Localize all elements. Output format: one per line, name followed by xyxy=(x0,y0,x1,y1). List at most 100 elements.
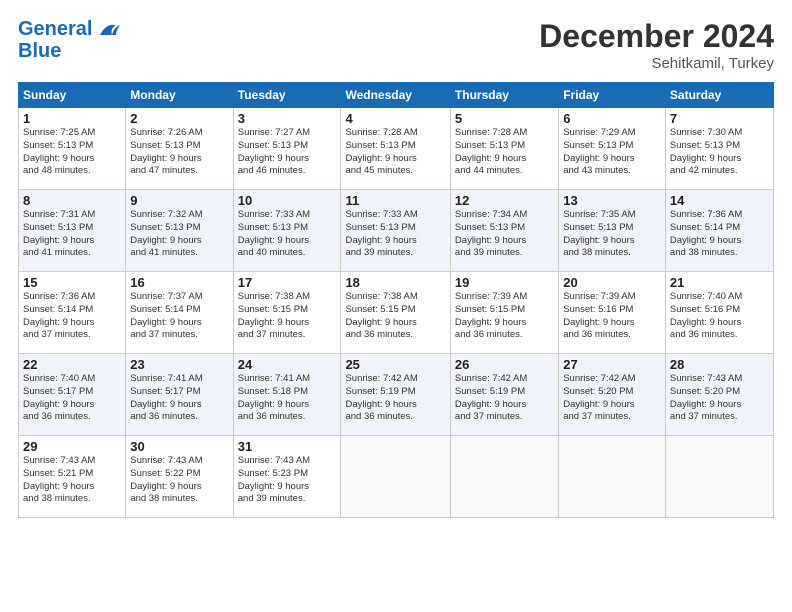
day-info: Sunrise: 7:40 AM Sunset: 5:16 PM Dayligh… xyxy=(670,291,769,342)
col-header-thursday: Thursday xyxy=(450,83,558,108)
day-number: 17 xyxy=(238,275,337,290)
calendar-cell: 2Sunrise: 7:26 AM Sunset: 5:13 PM Daylig… xyxy=(126,108,233,190)
day-number: 29 xyxy=(23,439,121,454)
day-number: 14 xyxy=(670,193,769,208)
month-year: December 2024 xyxy=(539,18,774,55)
calendar-cell: 9Sunrise: 7:32 AM Sunset: 5:13 PM Daylig… xyxy=(126,190,233,272)
day-number: 11 xyxy=(345,193,445,208)
day-number: 2 xyxy=(130,111,228,126)
week-row-5: 29Sunrise: 7:43 AM Sunset: 5:21 PM Dayli… xyxy=(19,436,774,518)
calendar-cell: 10Sunrise: 7:33 AM Sunset: 5:13 PM Dayli… xyxy=(233,190,341,272)
calendar-cell: 20Sunrise: 7:39 AM Sunset: 5:16 PM Dayli… xyxy=(559,272,666,354)
day-number: 20 xyxy=(563,275,661,290)
calendar-cell: 25Sunrise: 7:42 AM Sunset: 5:19 PM Dayli… xyxy=(341,354,450,436)
calendar-cell: 8Sunrise: 7:31 AM Sunset: 5:13 PM Daylig… xyxy=(19,190,126,272)
calendar-cell: 3Sunrise: 7:27 AM Sunset: 5:13 PM Daylig… xyxy=(233,108,341,190)
day-number: 21 xyxy=(670,275,769,290)
col-header-wednesday: Wednesday xyxy=(341,83,450,108)
title-block: December 2024 Sehitkamil, Turkey xyxy=(539,18,774,72)
calendar-cell: 28Sunrise: 7:43 AM Sunset: 5:20 PM Dayli… xyxy=(665,354,773,436)
day-info: Sunrise: 7:27 AM Sunset: 5:13 PM Dayligh… xyxy=(238,127,337,178)
day-number: 1 xyxy=(23,111,121,126)
day-number: 28 xyxy=(670,357,769,372)
calendar-cell: 12Sunrise: 7:34 AM Sunset: 5:13 PM Dayli… xyxy=(450,190,558,272)
day-info: Sunrise: 7:40 AM Sunset: 5:17 PM Dayligh… xyxy=(23,373,121,424)
day-number: 8 xyxy=(23,193,121,208)
calendar-cell xyxy=(450,436,558,518)
calendar-cell: 7Sunrise: 7:30 AM Sunset: 5:13 PM Daylig… xyxy=(665,108,773,190)
day-number: 15 xyxy=(23,275,121,290)
day-info: Sunrise: 7:35 AM Sunset: 5:13 PM Dayligh… xyxy=(563,209,661,260)
calendar-cell: 21Sunrise: 7:40 AM Sunset: 5:16 PM Dayli… xyxy=(665,272,773,354)
calendar-cell: 11Sunrise: 7:33 AM Sunset: 5:13 PM Dayli… xyxy=(341,190,450,272)
day-info: Sunrise: 7:28 AM Sunset: 5:13 PM Dayligh… xyxy=(345,127,445,178)
day-info: Sunrise: 7:33 AM Sunset: 5:13 PM Dayligh… xyxy=(345,209,445,260)
day-info: Sunrise: 7:41 AM Sunset: 5:17 PM Dayligh… xyxy=(130,373,228,424)
day-info: Sunrise: 7:43 AM Sunset: 5:21 PM Dayligh… xyxy=(23,455,121,506)
calendar-cell: 22Sunrise: 7:40 AM Sunset: 5:17 PM Dayli… xyxy=(19,354,126,436)
day-info: Sunrise: 7:42 AM Sunset: 5:19 PM Dayligh… xyxy=(345,373,445,424)
calendar-cell: 26Sunrise: 7:42 AM Sunset: 5:19 PM Dayli… xyxy=(450,354,558,436)
week-row-1: 1Sunrise: 7:25 AM Sunset: 5:13 PM Daylig… xyxy=(19,108,774,190)
day-info: Sunrise: 7:39 AM Sunset: 5:15 PM Dayligh… xyxy=(455,291,554,342)
calendar-cell: 1Sunrise: 7:25 AM Sunset: 5:13 PM Daylig… xyxy=(19,108,126,190)
calendar-cell xyxy=(559,436,666,518)
day-number: 12 xyxy=(455,193,554,208)
calendar-page: General Blue December 2024 Sehitkamil, T… xyxy=(0,0,792,612)
logo-text: General Blue xyxy=(18,18,120,63)
col-header-monday: Monday xyxy=(126,83,233,108)
calendar-cell: 5Sunrise: 7:28 AM Sunset: 5:13 PM Daylig… xyxy=(450,108,558,190)
day-info: Sunrise: 7:28 AM Sunset: 5:13 PM Dayligh… xyxy=(455,127,554,178)
day-number: 16 xyxy=(130,275,228,290)
calendar-cell: 18Sunrise: 7:38 AM Sunset: 5:15 PM Dayli… xyxy=(341,272,450,354)
col-header-tuesday: Tuesday xyxy=(233,83,341,108)
day-info: Sunrise: 7:41 AM Sunset: 5:18 PM Dayligh… xyxy=(238,373,337,424)
col-header-friday: Friday xyxy=(559,83,666,108)
day-number: 7 xyxy=(670,111,769,126)
calendar-cell: 19Sunrise: 7:39 AM Sunset: 5:15 PM Dayli… xyxy=(450,272,558,354)
day-info: Sunrise: 7:39 AM Sunset: 5:16 PM Dayligh… xyxy=(563,291,661,342)
calendar-cell: 24Sunrise: 7:41 AM Sunset: 5:18 PM Dayli… xyxy=(233,354,341,436)
location: Sehitkamil, Turkey xyxy=(539,55,774,72)
logo-bird-icon xyxy=(98,21,120,39)
day-info: Sunrise: 7:43 AM Sunset: 5:23 PM Dayligh… xyxy=(238,455,337,506)
calendar-cell: 30Sunrise: 7:43 AM Sunset: 5:22 PM Dayli… xyxy=(126,436,233,518)
col-header-sunday: Sunday xyxy=(19,83,126,108)
day-number: 6 xyxy=(563,111,661,126)
day-number: 10 xyxy=(238,193,337,208)
day-info: Sunrise: 7:33 AM Sunset: 5:13 PM Dayligh… xyxy=(238,209,337,260)
day-info: Sunrise: 7:37 AM Sunset: 5:14 PM Dayligh… xyxy=(130,291,228,342)
day-number: 24 xyxy=(238,357,337,372)
day-number: 9 xyxy=(130,193,228,208)
calendar-cell xyxy=(665,436,773,518)
day-number: 26 xyxy=(455,357,554,372)
day-number: 4 xyxy=(345,111,445,126)
day-number: 18 xyxy=(345,275,445,290)
day-number: 27 xyxy=(563,357,661,372)
calendar-cell: 15Sunrise: 7:36 AM Sunset: 5:14 PM Dayli… xyxy=(19,272,126,354)
logo-blue: Blue xyxy=(18,40,120,63)
calendar-cell: 23Sunrise: 7:41 AM Sunset: 5:17 PM Dayli… xyxy=(126,354,233,436)
day-info: Sunrise: 7:34 AM Sunset: 5:13 PM Dayligh… xyxy=(455,209,554,260)
day-number: 30 xyxy=(130,439,228,454)
header: General Blue December 2024 Sehitkamil, T… xyxy=(18,18,774,72)
day-number: 3 xyxy=(238,111,337,126)
day-info: Sunrise: 7:43 AM Sunset: 5:20 PM Dayligh… xyxy=(670,373,769,424)
logo: General Blue xyxy=(18,18,120,63)
calendar-cell: 4Sunrise: 7:28 AM Sunset: 5:13 PM Daylig… xyxy=(341,108,450,190)
day-number: 19 xyxy=(455,275,554,290)
calendar-cell: 17Sunrise: 7:38 AM Sunset: 5:15 PM Dayli… xyxy=(233,272,341,354)
calendar-cell: 31Sunrise: 7:43 AM Sunset: 5:23 PM Dayli… xyxy=(233,436,341,518)
week-row-3: 15Sunrise: 7:36 AM Sunset: 5:14 PM Dayli… xyxy=(19,272,774,354)
day-number: 23 xyxy=(130,357,228,372)
day-number: 22 xyxy=(23,357,121,372)
header-row: SundayMondayTuesdayWednesdayThursdayFrid… xyxy=(19,83,774,108)
day-info: Sunrise: 7:26 AM Sunset: 5:13 PM Dayligh… xyxy=(130,127,228,178)
calendar-table: SundayMondayTuesdayWednesdayThursdayFrid… xyxy=(18,82,774,518)
day-number: 13 xyxy=(563,193,661,208)
day-info: Sunrise: 7:32 AM Sunset: 5:13 PM Dayligh… xyxy=(130,209,228,260)
day-info: Sunrise: 7:42 AM Sunset: 5:20 PM Dayligh… xyxy=(563,373,661,424)
day-info: Sunrise: 7:25 AM Sunset: 5:13 PM Dayligh… xyxy=(23,127,121,178)
day-info: Sunrise: 7:29 AM Sunset: 5:13 PM Dayligh… xyxy=(563,127,661,178)
logo-general: General xyxy=(18,18,92,40)
